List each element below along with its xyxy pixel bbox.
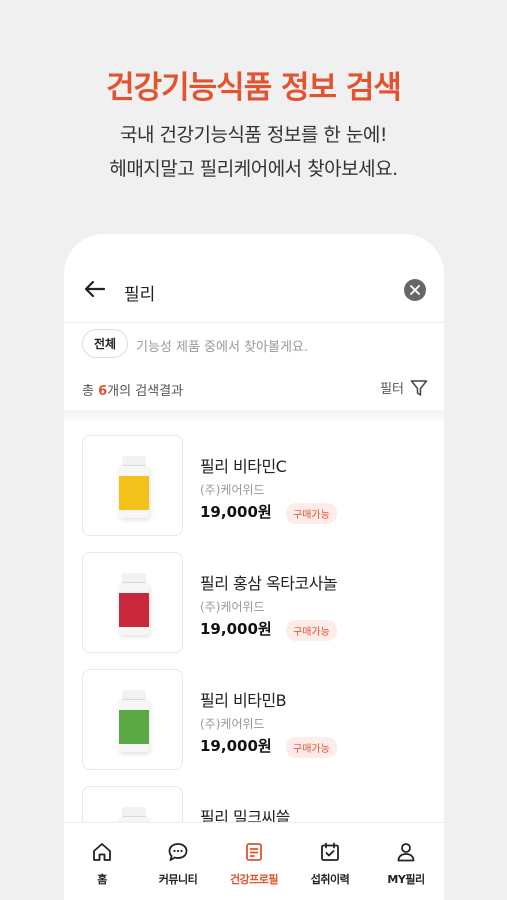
product-maker: (주)케어위드 [200, 483, 265, 497]
chip-all[interactable]: 전체 [82, 329, 129, 358]
supplement-bottle-image [119, 456, 149, 518]
hero-subtitle-line2: 헤매지말고 필리케어에서 찾아보세요. [109, 158, 398, 180]
hero-subtitle: 국내 건강기능식품 정보를 한 눈에! 헤매지말고 필리케어에서 찾아보세요. [0, 118, 507, 186]
result-suffix: 개의 검색결과 [107, 384, 184, 399]
availability-badge: 구매가능 [286, 503, 337, 524]
product-name: 필리 비타민B [200, 691, 287, 710]
product-price: 19,000원 [200, 737, 272, 755]
availability-badge: 구매가능 [286, 737, 337, 758]
supplement-bottle-image [119, 690, 149, 752]
back-arrow-icon[interactable] [84, 280, 106, 298]
filter-button[interactable]: 필터 [380, 378, 428, 397]
product-card[interactable]: 필리 비타민B (주)케어위드 19,000원 구매가능 [82, 669, 428, 771]
product-card[interactable]: 필리 홍삼 옥타코사놀 (주)케어위드 19,000원 구매가능 [82, 552, 428, 654]
tab-my-pilly[interactable]: MY필리 [368, 823, 444, 900]
product-thumbnail [82, 552, 183, 653]
result-prefix: 총 [82, 384, 99, 399]
product-thumbnail [82, 669, 183, 770]
product-maker: (주)케어위드 [200, 600, 265, 614]
tab-intake-history[interactable]: 섭취이력 [292, 823, 368, 900]
tab-health-profile[interactable]: 건강프로필 [216, 823, 292, 900]
bottom-tab-bar: 홈 커뮤니티 건강프로필 섭취이력 MY필리 [64, 822, 444, 900]
calendar-check-icon [321, 842, 339, 861]
divider [64, 322, 444, 323]
chat-icon [168, 843, 188, 861]
result-summary: 총 6개의 검색결과 필터 [82, 378, 428, 399]
tab-label: 커뮤니티 [158, 873, 198, 886]
tab-label: 홈 [97, 873, 107, 886]
tab-label: MY필리 [387, 873, 425, 886]
availability-badge: 구매가능 [286, 620, 337, 641]
home-icon [93, 843, 111, 861]
filter-label: 필터 [380, 382, 404, 397]
section-divider [64, 410, 444, 420]
filter-funnel-icon [410, 379, 428, 396]
product-name: 필리 홍삼 옥타코사놀 [200, 574, 338, 593]
hero-title: 건강기능식품 정보 검색 [106, 70, 402, 106]
product-price: 19,000원 [200, 620, 272, 638]
product-name: 필리 비타민C [200, 457, 287, 476]
filter-hint: 기능성 제품 중에서 찾아볼게요. [136, 340, 309, 355]
product-card[interactable]: 필리 비타민C (주)케어위드 19,000원 구매가능 [82, 435, 428, 537]
profile-doc-icon [246, 843, 262, 861]
product-maker: (주)케어위드 [200, 717, 265, 731]
phone-screen: 필리 전체 기능성 제품 중에서 찾아볼게요. 총 6개의 검색결과 필터 필리… [64, 234, 444, 900]
tab-label: 섭취이력 [310, 873, 350, 886]
tab-label: 건강프로필 [229, 873, 279, 886]
product-price: 19,000원 [200, 503, 272, 521]
product-thumbnail [82, 435, 183, 536]
supplement-bottle-image [119, 573, 149, 635]
tab-home[interactable]: 홈 [64, 823, 140, 900]
person-icon [397, 843, 415, 862]
clear-search-icon[interactable] [404, 279, 426, 301]
tab-community[interactable]: 커뮤니티 [140, 823, 216, 900]
search-input[interactable]: 필리 [124, 280, 155, 305]
search-bar: 필리 [64, 234, 444, 322]
hero-subtitle-line1: 국내 건강기능식품 정보를 한 눈에! [120, 124, 388, 146]
filter-row: 전체 기능성 제품 중에서 찾아볼게요. [82, 329, 432, 359]
result-count: 6 [98, 384, 108, 399]
